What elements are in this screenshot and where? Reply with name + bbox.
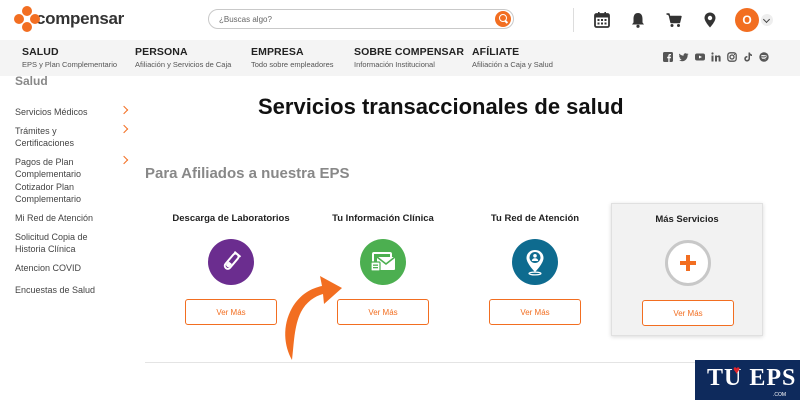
- sidebar-item-pagos-plan[interactable]: Pagos de Plan Complementario: [15, 155, 129, 180]
- watermark-text: TU EPS: [707, 365, 797, 391]
- sidebar-item-covid[interactable]: Atencion COVID: [15, 262, 127, 274]
- heart-icon: ♥: [733, 363, 741, 377]
- logo-mark-icon: [14, 6, 40, 32]
- sidebar-menu: Servicios Médicos Trámites y Certificaci…: [15, 105, 129, 303]
- sidebar-item-historia-clinica[interactable]: Solicitud Copia de Historia Clínica: [15, 231, 127, 255]
- chevron-right-icon: [119, 155, 129, 165]
- nav-item-salud[interactable]: SALUD EPS y Plan Complementario: [22, 46, 117, 69]
- watermark-logo: TU EPS ♥ .COM: [695, 360, 800, 400]
- logo-text: compensar: [35, 9, 124, 28]
- clinical-folder-icon: [360, 239, 406, 285]
- twitter-icon[interactable]: [679, 52, 689, 62]
- service-card-mas-servicios: Más Servicios Ver Más: [611, 203, 763, 336]
- sidebar-title: Salud: [15, 74, 48, 88]
- search-icon[interactable]: [495, 11, 511, 27]
- sidebar-item-encuestas[interactable]: Encuestas de Salud: [15, 284, 127, 296]
- social-links: [663, 52, 769, 62]
- page-title: Servicios transaccionales de salud: [258, 94, 624, 119]
- user-avatar[interactable]: O: [735, 8, 759, 32]
- nav-subtitle: EPS y Plan Complementario: [22, 60, 118, 69]
- sidebar-item-label: Atencion COVID: [15, 263, 82, 273]
- nav-subtitle: Información Institucional: [354, 60, 435, 69]
- sidebar-item-cotizador[interactable]: Cotizador Plan Complementario: [15, 181, 127, 205]
- sidebar-item-tramites[interactable]: Trámites y Certificaciones: [15, 124, 129, 149]
- nav-subtitle: Afiliación y Servicios de Caja: [135, 60, 232, 69]
- content-divider: [145, 362, 755, 363]
- instagram-icon[interactable]: [727, 52, 737, 62]
- header-divider: [573, 8, 574, 32]
- top-bar: compensar O: [0, 0, 800, 40]
- ver-mas-button[interactable]: Ver Más: [642, 300, 734, 326]
- facebook-icon[interactable]: [663, 52, 673, 62]
- tiktok-icon[interactable]: [743, 52, 753, 62]
- nav-subtitle: Afiliación a Caja y Salud: [472, 60, 553, 69]
- card-title: Tu Red de Atención: [490, 213, 580, 224]
- test-tube-icon: [208, 239, 254, 285]
- chevron-right-icon: [119, 124, 129, 134]
- ver-mas-button[interactable]: Ver Más: [489, 299, 581, 325]
- sidebar-item-label: Trámites y Certificaciones: [15, 126, 75, 148]
- service-card-red-atencion: Tu Red de Atención Ver Más: [459, 203, 611, 336]
- sidebar-item-servicios-medicos[interactable]: Servicios Médicos: [15, 105, 129, 118]
- cart-icon[interactable]: [662, 8, 686, 32]
- sidebar-item-label: Mi Red de Atención: [15, 213, 94, 223]
- card-title: Tu Información Clínica: [332, 213, 434, 224]
- nav-title: PERSONA: [135, 46, 188, 58]
- nav-subtitle: Todo sobre empleadores: [251, 60, 334, 69]
- nav-title: EMPRESA: [251, 46, 304, 58]
- card-title: Descarga de Laboratorios: [172, 213, 290, 224]
- chevron-right-icon: [119, 105, 129, 115]
- location-icon[interactable]: [698, 8, 722, 32]
- ver-mas-button[interactable]: Ver Más: [185, 299, 277, 325]
- bell-icon[interactable]: [626, 8, 650, 32]
- location-person-icon: [512, 239, 558, 285]
- chevron-down-icon[interactable]: [761, 14, 773, 26]
- nav-item-empresa[interactable]: EMPRESA Todo sobre empleadores: [251, 46, 334, 69]
- section-title: Para Afiliados a nuestra EPS: [145, 165, 350, 182]
- sidebar-item-label: Servicios Médicos: [15, 107, 88, 117]
- nav-title: SALUD: [22, 46, 59, 58]
- nav-title: SOBRE COMPENSAR: [354, 46, 465, 58]
- sidebar-item-label: Pagos de Plan Complementario: [15, 157, 82, 179]
- spotify-icon[interactable]: [759, 52, 769, 62]
- sidebar-item-mi-red[interactable]: Mi Red de Atención: [15, 212, 127, 224]
- sidebar-item-label: Cotizador Plan Complementario: [15, 182, 82, 204]
- plus-icon: [665, 240, 711, 286]
- card-title: Más Servicios: [655, 214, 719, 225]
- watermark-suffix: .COM: [773, 392, 787, 398]
- calendar-icon[interactable]: [590, 8, 614, 32]
- search-input[interactable]: [219, 12, 489, 26]
- nav-item-persona[interactable]: PERSONA Afiliación y Servicios de Caja: [135, 46, 231, 69]
- sidebar-item-label: Encuestas de Salud: [15, 285, 96, 295]
- search-box: [208, 9, 514, 29]
- nav-item-sobre-compensar[interactable]: SOBRE COMPENSAR Información Instituciona…: [354, 46, 464, 69]
- compensar-logo[interactable]: compensar: [14, 6, 124, 32]
- youtube-icon[interactable]: [695, 52, 705, 62]
- linkedin-icon[interactable]: [711, 52, 721, 62]
- nav-title: AFÍLIATE: [472, 46, 520, 58]
- arrow-annotation-icon: [285, 276, 342, 360]
- sidebar-item-label: Solicitud Copia de Historia Clínica: [15, 232, 88, 254]
- nav-item-afiliate[interactable]: AFÍLIATE Afiliación a Caja y Salud: [472, 46, 553, 69]
